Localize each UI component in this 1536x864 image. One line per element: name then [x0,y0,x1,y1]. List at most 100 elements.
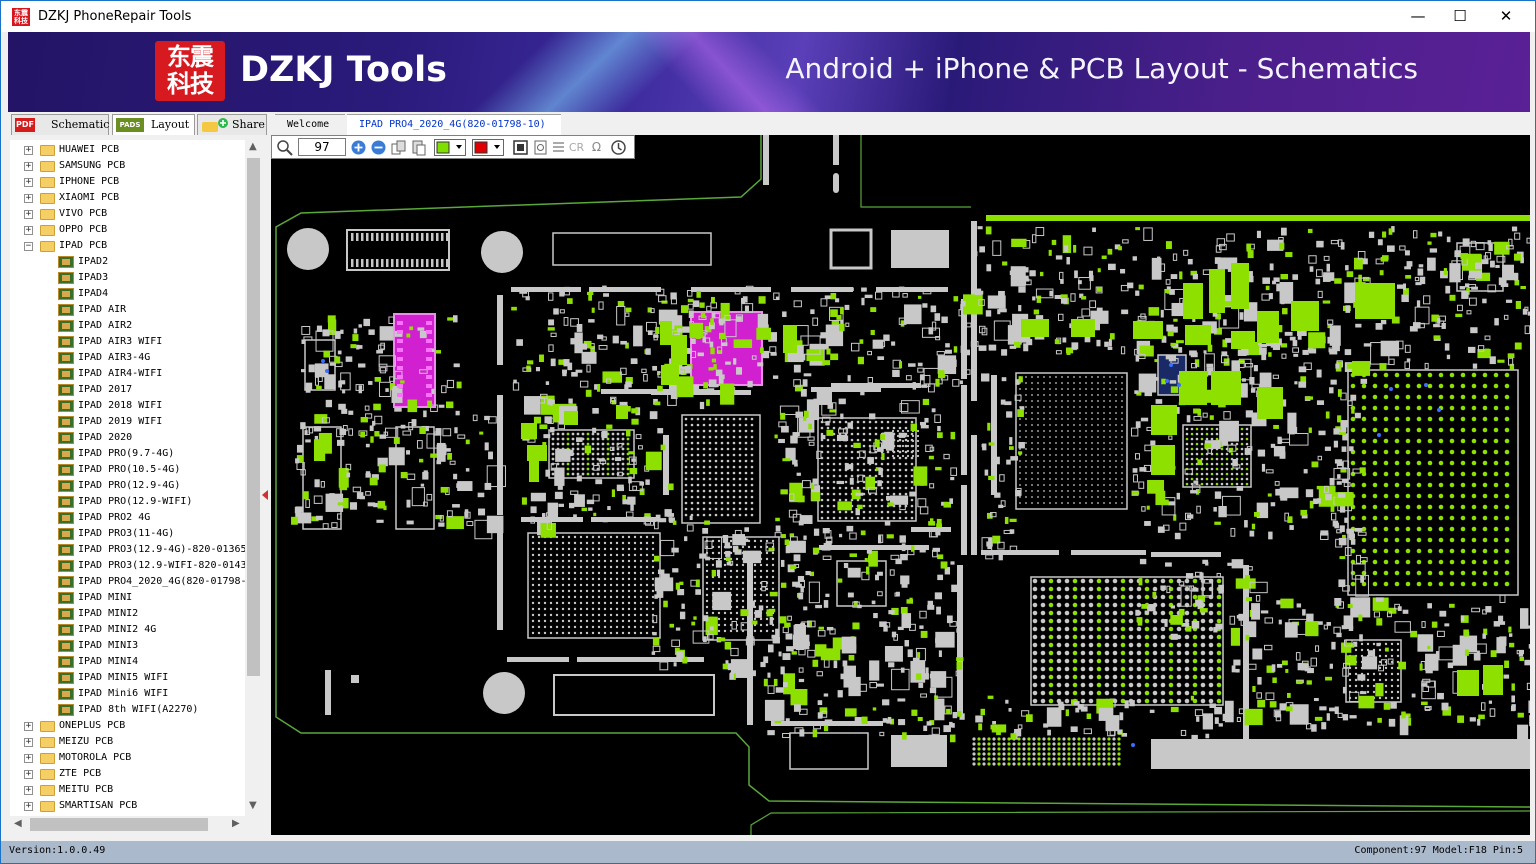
tree-item[interactable]: IPAD PRO(9.7-4G) [10,446,245,462]
model-tree[interactable]: + HUAWEI PCB + SAMSUNG PCB + IPHONE PCB + XIAOM… [10,140,245,816]
cr-icon[interactable]: CR [568,139,585,156]
expand-toggle-icon[interactable]: + [24,210,33,219]
zoom-in-icon[interactable] [350,139,367,156]
collapse-toggle-icon[interactable]: − [24,242,33,251]
expand-toggle-icon[interactable]: + [24,178,33,187]
expand-toggle-icon[interactable]: + [24,146,33,155]
tree-folder[interactable]: + ONEPLUS PCB [10,718,245,734]
rotate-icon[interactable] [610,139,627,156]
tree-item[interactable]: IPAD PRO2 4G [10,510,245,526]
board-file-icon [58,416,74,428]
mounting-hole [287,228,329,270]
minimize-button[interactable]: — [1395,1,1441,32]
expand-toggle-icon[interactable]: + [24,162,33,171]
zoom-input[interactable]: 97 [298,138,346,156]
banner-tagline: Android + iPhone & PCB Layout - Schemati… [785,52,1418,85]
tree-item[interactable]: IPAD PRO3(12.9-WIFI-820-0143 [10,558,245,574]
scroll-down-icon[interactable]: ▼ [249,800,257,811]
scroll-right-icon[interactable]: ▶ [232,818,240,829]
tree-item[interactable]: IPAD AIR3-4G [10,350,245,366]
expand-toggle-icon[interactable]: + [24,786,33,795]
tree-item[interactable]: IPAD MINI2 [10,606,245,622]
tab-layout[interactable]: PADS Layout [112,114,195,135]
scroll-up-icon[interactable]: ▲ [249,141,257,152]
tree-vertical-scrollbar[interactable]: ▲ ▼ [245,140,262,816]
tree-item[interactable]: IPAD PRO(10.5-4G) [10,462,245,478]
board-file-icon [58,304,74,316]
tab-ipad-pro4[interactable]: IPAD PRO4_2020_4G(820-01798-10) ☒ [347,114,561,150]
tree-item[interactable]: IPAD3 [10,270,245,286]
color-red-select[interactable] [472,139,504,156]
tree-item[interactable]: IPAD PRO(12.9-WIFI) [10,494,245,510]
tree-folder[interactable]: + ZTE PCB [10,766,245,782]
scroll-left-icon[interactable]: ◀ [14,818,22,829]
tree-item[interactable]: IPAD AIR3 WIFI [10,334,245,350]
close-button[interactable]: ✕ [1483,1,1529,32]
tree-folder[interactable]: + HUAWEI PCB [10,142,245,158]
tab-share[interactable]: Share [197,114,267,135]
scroll-thumb[interactable] [247,158,260,676]
layers-icon[interactable] [512,139,529,156]
expand-toggle-icon[interactable]: + [24,770,33,779]
zoom-out-icon[interactable] [370,139,387,156]
tree-folder[interactable]: − IPAD PCB [10,238,245,254]
tree-item[interactable]: IPAD PRO3(11-4G) [10,526,245,542]
tree-item[interactable]: IPAD MINI2 4G [10,622,245,638]
tree-item[interactable]: IPAD AIR [10,302,245,318]
tree-folder[interactable]: + MEITU PCB [10,782,245,798]
color-green-select[interactable] [434,139,466,156]
pads-icon: PADS [116,118,144,132]
tree-item[interactable]: IPAD 8th WIFI(A2270) [10,702,245,718]
tree-item[interactable]: IPAD2 [10,254,245,270]
tree-horizontal-scrollbar[interactable]: ◀ ▶ [10,816,245,833]
tab-schematic[interactable]: PDF Schematic [11,114,109,135]
tree-item[interactable]: IPAD 2020 [10,430,245,446]
tree-item[interactable]: IPAD PRO4_2020_4G(820-01798- [10,574,245,590]
list-icon[interactable] [550,139,567,156]
omega-icon[interactable]: Ω [588,139,605,156]
tree-item[interactable]: IPAD MINI [10,590,245,606]
expand-toggle-icon[interactable]: + [24,722,33,731]
tree-folder[interactable]: + XIAOMI PCB [10,190,245,206]
tree-folder[interactable]: + MEIZU PCB [10,734,245,750]
expand-toggle-icon[interactable]: + [24,754,33,763]
panel-collapse-icon[interactable] [262,490,268,500]
tree-item[interactable]: IPAD 2017 [10,382,245,398]
copy-icon[interactable] [390,139,407,156]
tree-item[interactable]: IPAD PRO(12.9-4G) [10,478,245,494]
tree-item-label: IPAD 2019 WIFI [78,416,163,427]
tree-folder[interactable]: + SAMSUNG PCB [10,158,245,174]
tree-item[interactable]: IPAD PRO3(12.9-4G)-820-01365 [10,542,245,558]
expand-toggle-icon[interactable]: + [24,194,33,203]
tree-folder[interactable]: + OPPO PCB [10,222,245,238]
hscroll-thumb[interactable] [30,818,208,831]
tree-folder[interactable]: + VIVO PCB [10,206,245,222]
expand-toggle-icon[interactable]: + [24,802,33,811]
brand-title: DZKJ Tools [240,50,447,90]
view-toolbar: 97 CR Ω [271,135,635,159]
tree-item[interactable]: IPAD MINI3 [10,638,245,654]
folder-icon [40,161,55,172]
title-bar[interactable]: 东震 科技 DZKJ PhoneRepair Tools — ☐ ✕ [1,1,1535,32]
note-icon[interactable] [532,139,549,156]
tree-item[interactable]: IPAD AIR2 [10,318,245,334]
paste-icon[interactable] [410,139,427,156]
maximize-button[interactable]: ☐ [1437,1,1483,32]
tree-item[interactable]: IPAD MINI5 WIFI [10,670,245,686]
expand-toggle-icon[interactable]: + [24,226,33,235]
tree-folder[interactable]: + MOTOROLA PCB [10,750,245,766]
pcb-layout-canvas[interactable]: 97 CR Ω [271,135,1530,835]
tree-item[interactable]: IPAD AIR4-WIFI [10,366,245,382]
board-file-icon [58,688,74,700]
tree-folder[interactable]: + SMARTISAN PCB [10,798,245,814]
tab-welcome[interactable]: Welcome [275,114,345,135]
tree-item[interactable]: IPAD MINI4 [10,654,245,670]
expand-toggle-icon[interactable]: + [24,738,33,747]
tree-item[interactable]: IPAD Mini6 WIFI [10,686,245,702]
magnifier-icon[interactable] [276,139,293,156]
tree-folder[interactable]: + IPHONE PCB [10,174,245,190]
folder-icon [40,721,55,732]
tree-item[interactable]: IPAD 2019 WIFI [10,414,245,430]
tree-item[interactable]: IPAD 2018 WIFI [10,398,245,414]
tree-item[interactable]: IPAD4 [10,286,245,302]
